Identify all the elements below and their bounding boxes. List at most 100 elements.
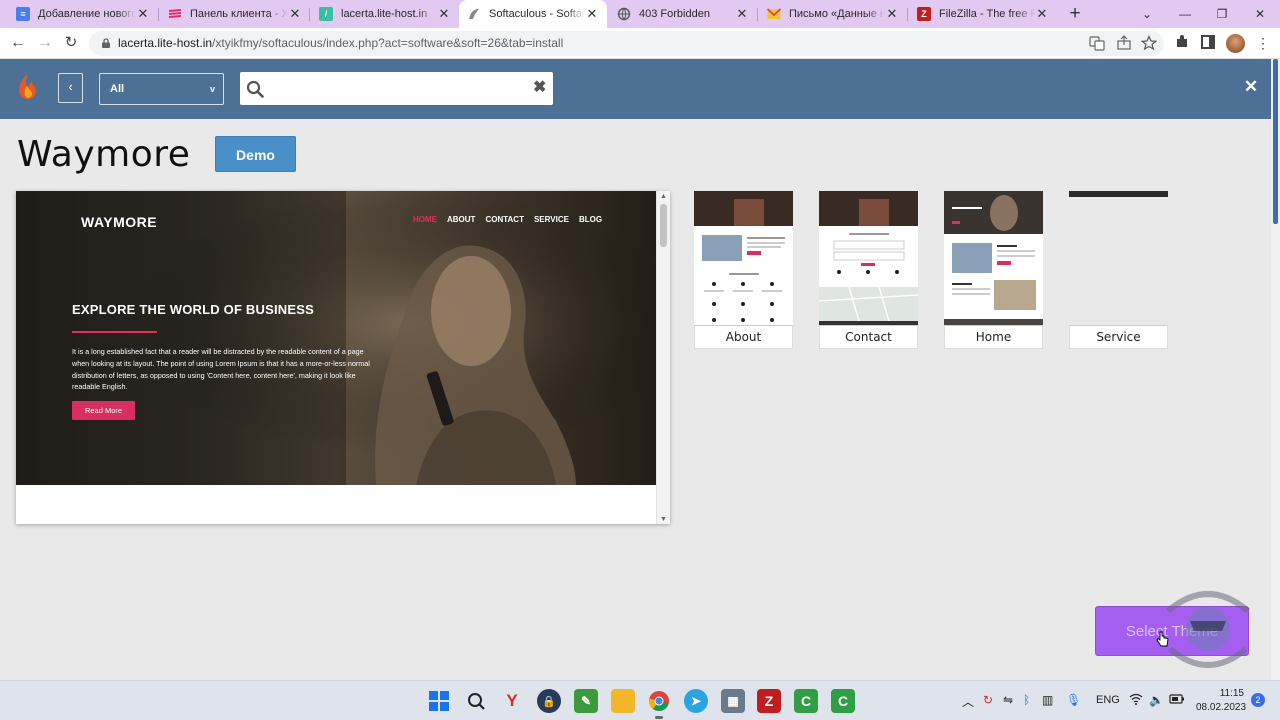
hosting-panel-icon	[168, 7, 182, 21]
close-icon[interactable]: ✕	[735, 6, 749, 22]
preview-nav-contact: CONTACT	[485, 215, 524, 224]
calculator-icon[interactable]: ▦	[721, 689, 745, 713]
tray-settings-icon[interactable]: ⇋	[1003, 693, 1013, 707]
thumbnail-caption: Service	[1069, 325, 1168, 349]
browser-tab-active[interactable]: Softaculous - Softacul ✕	[459, 0, 607, 28]
browser-tab[interactable]: / lacerta.lite-host.in ✕	[311, 0, 459, 28]
notepad-icon[interactable]: ✎	[574, 689, 598, 713]
chrome-icon[interactable]	[647, 689, 671, 719]
filezilla-icon: Z	[917, 7, 931, 21]
forward-arrow-icon[interactable]: →	[35, 33, 55, 53]
preview-divider	[72, 331, 157, 333]
share-icon[interactable]	[1116, 35, 1132, 51]
hero-photo	[16, 191, 656, 485]
theme-preview-frame[interactable]: WAYMORE HOME ABOUT CONTACT SERVICE BLOG …	[16, 191, 670, 524]
camtasia-recorder-icon[interactable]: C	[831, 689, 855, 713]
softaculous-logo-icon	[19, 74, 36, 100]
browser-tab[interactable]: Z FileZilla - The free FTP ✕	[909, 0, 1057, 28]
windows-start-icon[interactable]	[427, 689, 451, 713]
thumbnail-contact[interactable]: Contact	[819, 191, 918, 349]
preview-nav-home: HOME	[413, 215, 437, 224]
close-icon[interactable]: ✕	[1243, 78, 1259, 95]
system-clock[interactable]: 11:15 08.02.2023	[1196, 687, 1247, 715]
thumbnail-home[interactable]: Home	[944, 191, 1043, 349]
vpn-lock-icon[interactable]: 🔒	[537, 689, 561, 713]
close-icon[interactable]: ✕	[1035, 6, 1049, 22]
new-tab-button[interactable]: +	[1066, 4, 1084, 24]
hand-cursor-icon	[1156, 631, 1169, 647]
thumbnail-image	[819, 191, 918, 325]
yandex-browser-icon[interactable]: Y	[500, 689, 524, 713]
volume-icon[interactable]: 🔈	[1149, 693, 1164, 707]
notification-badge[interactable]: 2	[1251, 693, 1265, 707]
preview-scrollbar[interactable]: ▲ ▼	[656, 191, 670, 524]
scroll-up-icon[interactable]: ▲	[657, 193, 670, 200]
side-panel-icon[interactable]	[1200, 34, 1216, 50]
hero-section: WAYMORE HOME ABOUT CONTACT SERVICE BLOG …	[16, 191, 656, 485]
browser-menu-icon[interactable]: ⋮	[1253, 33, 1273, 53]
profile-avatar[interactable]	[1226, 34, 1245, 53]
windows-taskbar: Y 🔒 ✎ ➤ ▦ Z C C ︿ ↻ ⇋ ᛒ ▥ 🎙 ENG 🔈 11:15 …	[0, 680, 1280, 720]
address-bar[interactable]: lacerta.lite-host.in/xtyikfmy/softaculou…	[89, 31, 1164, 56]
clear-search-icon[interactable]: ✖	[533, 79, 547, 97]
browser-tab[interactable]: 403 Forbidden ✕	[609, 0, 757, 28]
microphone-icon[interactable]: 🎙	[1066, 693, 1081, 707]
close-icon[interactable]: ✕	[885, 6, 899, 22]
bookmark-star-icon[interactable]	[1141, 35, 1157, 51]
url-text: lacerta.lite-host.in/xtyikfmy/softaculou…	[118, 36, 564, 50]
preview-body-text: It is a long established fact that a rea…	[72, 347, 370, 392]
chevron-down-icon: v	[209, 84, 215, 94]
camtasia-icon[interactable]: C	[794, 689, 818, 713]
file-explorer-icon[interactable]	[611, 689, 635, 713]
wifi-icon[interactable]	[1129, 693, 1143, 708]
browser-tab[interactable]: Письмо «Данные но ✕	[759, 0, 907, 28]
softaculous-header: ‹ All v ✖ ✕	[0, 59, 1271, 119]
tab-search-icon[interactable]: ⌄	[1137, 4, 1157, 24]
site-icon: /	[319, 7, 333, 21]
mail-icon	[767, 7, 781, 21]
window-close-icon[interactable]: ✕	[1250, 4, 1270, 24]
reload-icon[interactable]: ↻	[61, 33, 81, 53]
browser-tab[interactable]: ≡ Добавление нового ✕	[8, 0, 158, 28]
close-icon[interactable]: ✕	[585, 6, 599, 22]
preview-brand: WAYMORE	[81, 214, 158, 230]
clock-date: 08.02.2023	[1196, 702, 1247, 713]
search-input[interactable]	[270, 76, 520, 101]
browser-tab-strip: ≡ Добавление нового ✕ Панель клиента - Х…	[0, 0, 1280, 28]
scroll-down-icon[interactable]: ▼	[657, 516, 670, 523]
tray-app-icon[interactable]: ↻	[983, 693, 993, 707]
close-icon[interactable]: ✕	[136, 6, 150, 22]
thumbnail-image	[694, 191, 793, 325]
back-arrow-icon[interactable]: ←	[8, 33, 28, 53]
filezilla-icon[interactable]: Z	[757, 689, 781, 713]
browser-tab[interactable]: Панель клиента - Хо ✕	[160, 0, 310, 28]
search-box: ✖	[240, 72, 553, 105]
extensions-puzzle-icon[interactable]	[1174, 34, 1190, 50]
thumbnail-service[interactable]: Service	[1069, 191, 1168, 349]
page-scrollbar[interactable]	[1271, 59, 1280, 680]
preview-heading: EXPLORE THE WORLD OF BUSINESS	[72, 302, 314, 317]
battery-icon[interactable]	[1169, 693, 1185, 708]
back-button[interactable]: ‹	[58, 73, 83, 103]
thumbnail-caption: Home	[944, 325, 1043, 349]
bluetooth-icon[interactable]: ᛒ	[1023, 693, 1030, 707]
restore-icon[interactable]: ❐	[1212, 4, 1232, 24]
thumbnail-image	[1069, 191, 1168, 325]
preview-nav: HOME ABOUT CONTACT SERVICE BLOG	[413, 215, 602, 224]
minimize-icon[interactable]: —	[1175, 4, 1195, 24]
thumbnail-about[interactable]: About	[694, 191, 793, 349]
theme-preview-panel: Waymore Demo WAYMORE HOME ABOUT CONTACT …	[0, 119, 1271, 680]
hosting-ninja-watermark	[1166, 591, 1250, 668]
category-select[interactable]: All v	[99, 73, 224, 105]
tray-monitor-icon[interactable]: ▥	[1042, 693, 1053, 707]
language-indicator[interactable]: ENG	[1096, 694, 1120, 706]
translate-icon[interactable]	[1089, 35, 1105, 51]
close-icon[interactable]: ✕	[288, 6, 302, 22]
search-icon	[246, 80, 264, 98]
telegram-icon[interactable]: ➤	[684, 689, 708, 713]
tray-chevron-icon[interactable]: ︿	[962, 693, 974, 710]
close-icon[interactable]: ✕	[437, 6, 451, 22]
preview-nav-blog: BLOG	[578, 215, 603, 224]
demo-button[interactable]: Demo	[215, 136, 296, 172]
search-icon[interactable]	[464, 689, 488, 713]
